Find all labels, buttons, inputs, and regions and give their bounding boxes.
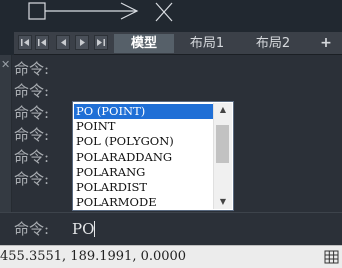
command-history-line: 命令: — [14, 148, 50, 166]
command-history-line: 命令: — [14, 104, 50, 122]
close-icon[interactable]: ✕ — [1, 59, 10, 70]
next-icon — [80, 39, 85, 46]
autocomplete-scrollbar[interactable]: ▲ ▼ — [213, 103, 232, 209]
scrollbar-thumb[interactable] — [216, 125, 229, 163]
prev-icon — [38, 39, 46, 46]
prev-small-icon — [61, 39, 66, 46]
layout-tab-bar: 模型 布局1 布局2 + — [14, 32, 342, 55]
scroll-up-icon[interactable]: ▲ — [214, 103, 232, 117]
last-icon — [97, 39, 105, 46]
command-history-line: 命令: — [14, 82, 50, 100]
first-icon — [21, 39, 29, 46]
tab-layout2[interactable]: 布局2 — [242, 34, 304, 53]
autocomplete-list[interactable]: PO (POINT) POINT POL (POLYGON) POLARADDA… — [72, 101, 234, 211]
scroll-left-button[interactable] — [56, 35, 70, 50]
autocomplete-item[interactable]: POINT — [74, 119, 214, 134]
scroll-down-icon[interactable]: ▼ — [214, 195, 232, 209]
text-caret — [94, 221, 95, 237]
grid-icon[interactable] — [324, 249, 340, 265]
autocomplete-item[interactable]: POLARADDANG — [74, 150, 214, 165]
status-bar: 455.3551, 189.1991, 0.0000 — [0, 245, 342, 268]
ucs-icon — [28, 2, 173, 22]
tab-layout1[interactable]: 布局1 — [176, 34, 238, 53]
autocomplete-item[interactable]: POLARANG — [74, 165, 214, 180]
command-prompt: 命令: — [14, 220, 50, 238]
autocomplete-item[interactable]: PO (POINT) — [74, 104, 214, 120]
add-layout-button[interactable]: + — [314, 34, 338, 53]
scroll-right-button[interactable] — [75, 35, 89, 50]
first-layout-button[interactable] — [18, 35, 32, 50]
command-input[interactable]: 命令: PO — [0, 212, 342, 245]
prev-layout-button[interactable] — [35, 35, 49, 50]
coordinate-readout[interactable]: 455.3551, 189.1991, 0.0000 — [0, 249, 186, 265]
command-history-line: 命令: — [14, 126, 50, 144]
command-history-line: 命令: — [14, 60, 50, 78]
last-layout-button[interactable] — [94, 35, 108, 50]
autocomplete-item[interactable]: POLARDIST — [74, 180, 214, 195]
command-input-value[interactable]: PO — [72, 219, 94, 239]
command-history-line: 命令: — [14, 170, 50, 188]
autocomplete-item[interactable]: POL (POLYGON) — [74, 134, 214, 149]
autocomplete-item[interactable]: POLARMODE — [74, 195, 214, 210]
tab-model[interactable]: 模型 — [114, 34, 174, 53]
drawing-canvas[interactable] — [0, 0, 342, 32]
